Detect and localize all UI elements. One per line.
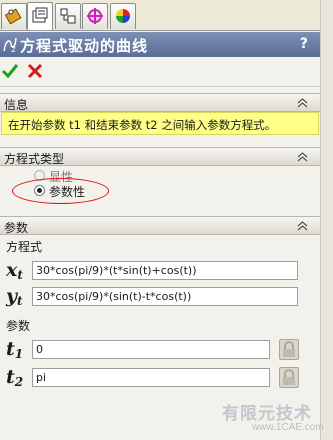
tab-configuration-manager[interactable] (55, 3, 81, 29)
collapse-icon[interactable] (297, 98, 308, 108)
yt-row: yt 30*cos(pi/9)*(sin(t)-t*cos(t)) (0, 285, 320, 309)
t1-row: t1 0 (0, 338, 320, 362)
lock-icon (283, 369, 295, 385)
configuration-manager-icon (60, 8, 76, 24)
tab-feature-tree[interactable] (1, 3, 27, 29)
watermark-text: 有限元技术 (222, 404, 312, 424)
parameters-section-header[interactable]: 参数 (0, 216, 320, 235)
tab-property-manager[interactable] (27, 2, 53, 31)
equation-label: 方程式 (6, 240, 43, 254)
action-bar (0, 58, 320, 84)
dimxpert-icon (87, 8, 103, 24)
property-manager-title-bar: 2 方程式驱动的曲线 ? (0, 32, 320, 57)
t1-lock-button[interactable] (279, 339, 299, 360)
equation-type-section-title: 方程式类型 (4, 152, 65, 166)
highlight-ellipse (12, 178, 109, 204)
lock-icon (283, 341, 295, 357)
yt-equation-input[interactable]: 30*cos(pi/9)*(sin(t)-t*cos(t)) (32, 287, 298, 306)
collapse-icon[interactable] (297, 221, 308, 231)
xt-equation-input[interactable]: 30*cos(pi/9)*(t*sin(t)+cos(t)) (32, 261, 298, 280)
help-button[interactable]: ? (300, 36, 308, 52)
property-manager-icon (32, 7, 48, 23)
yt-symbol: yt (6, 285, 23, 308)
svg-text:2: 2 (11, 45, 16, 53)
xt-symbol: xt (6, 259, 23, 282)
t1-symbol: t1 (6, 338, 24, 361)
watermark-url: www.1CAE.com (252, 422, 324, 433)
display-manager-icon (116, 9, 130, 23)
parameter-label: 参数 (6, 319, 31, 333)
info-message: 在开始参数 t1 和结束参数 t2 之间输入参数方程式。 (8, 118, 277, 132)
tab-display-manager[interactable] (110, 3, 136, 29)
vertical-scrollbar[interactable] (320, 0, 333, 440)
equation-type-section-header[interactable]: 方程式类型 (0, 147, 320, 166)
parameters-section-title: 参数 (4, 221, 29, 235)
ok-button[interactable] (1, 62, 19, 80)
t2-row: t2 pi (0, 366, 320, 390)
check-icon (1, 64, 19, 79)
manager-tab-bar (0, 0, 333, 31)
collapse-icon[interactable] (297, 152, 308, 162)
feature-tree-icon (5, 8, 22, 25)
t1-start-input[interactable]: 0 (32, 340, 270, 359)
cancel-button[interactable] (26, 62, 44, 80)
watermark: 有限元技术 www.1CAE.com (218, 398, 326, 438)
equation-curve-icon: 2 (3, 37, 17, 53)
info-section-title: 信息 (4, 98, 29, 112)
info-message-box: 在开始参数 t1 和结束参数 t2 之间输入参数方程式。 (1, 112, 319, 135)
page-title: 方程式驱动的曲线 (20, 37, 149, 55)
close-icon (27, 63, 43, 79)
t2-end-input[interactable]: pi (32, 368, 270, 387)
xt-row: xt 30*cos(pi/9)*(t*sin(t)+cos(t)) (0, 259, 320, 283)
tab-dimxpert[interactable] (82, 3, 108, 29)
t2-symbol: t2 (6, 366, 24, 389)
info-section-header[interactable]: 信息 (0, 93, 320, 112)
t2-lock-button[interactable] (279, 367, 299, 388)
